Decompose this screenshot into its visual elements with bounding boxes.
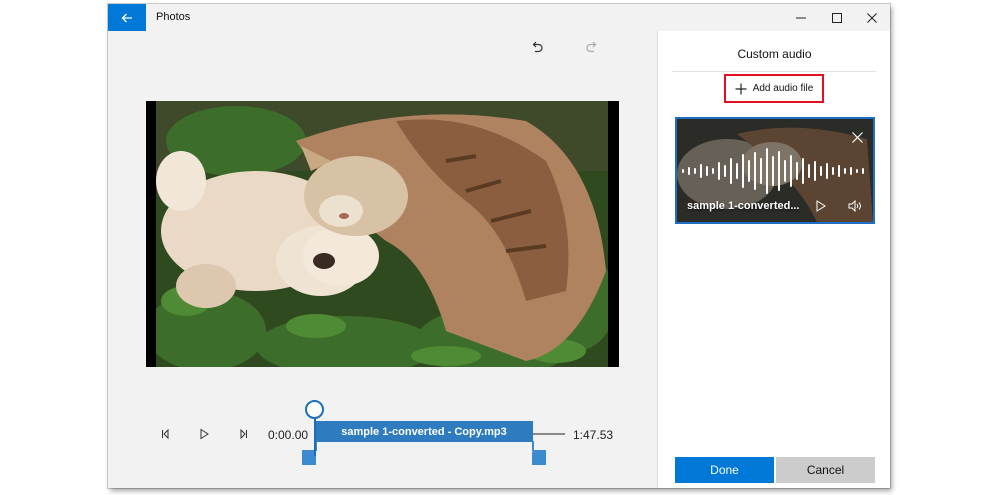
- cancel-button[interactable]: Cancel: [776, 457, 875, 483]
- title-bar: Photos: [108, 4, 890, 31]
- panel-divider: [672, 71, 876, 72]
- video-preview: [146, 101, 619, 367]
- playhead[interactable]: [314, 416, 316, 456]
- trim-end-handle[interactable]: [532, 450, 546, 465]
- maximize-button[interactable]: [818, 4, 855, 31]
- audio-file-name: sample 1-converted...: [687, 200, 800, 212]
- audio-play-button[interactable]: [813, 198, 829, 214]
- maximize-icon: [831, 12, 842, 23]
- undo-button[interactable]: [526, 37, 548, 59]
- next-frame-button[interactable]: [234, 425, 252, 443]
- play-icon: [200, 428, 209, 440]
- back-arrow-icon: [121, 13, 132, 22]
- panel-title: Custom audio: [737, 47, 812, 61]
- minimize-button[interactable]: [782, 4, 819, 31]
- add-audio-label: Add audio file: [752, 83, 814, 94]
- preview-image: [146, 101, 619, 367]
- remove-audio-button[interactable]: [849, 129, 865, 145]
- current-time: 0:00.00: [268, 428, 309, 442]
- redo-icon: [586, 41, 597, 53]
- next-frame-icon: [240, 428, 247, 440]
- play-icon: [816, 200, 826, 212]
- volume-icon: [848, 200, 861, 212]
- total-time: 1:47.53: [573, 428, 614, 442]
- redo-button[interactable]: [581, 37, 603, 59]
- custom-audio-panel: Custom audio Add audio file sample 1-con…: [657, 31, 890, 488]
- undo-icon: [532, 41, 543, 53]
- close-icon: [866, 12, 877, 23]
- app-title: Photos: [156, 11, 191, 23]
- done-button[interactable]: Done: [675, 457, 774, 483]
- minimize-icon: [795, 17, 806, 18]
- audio-volume-button[interactable]: [847, 198, 863, 214]
- previous-frame-button[interactable]: [157, 425, 175, 443]
- photos-app-window: Photos 0:00.00 sample 1-converted - Copy…: [108, 4, 890, 488]
- audio-file-card[interactable]: sample 1-converted...: [675, 117, 875, 224]
- back-button[interactable]: [108, 4, 146, 31]
- playhead-knob[interactable]: [305, 400, 324, 419]
- plus-icon: [735, 83, 747, 94]
- audio-clip[interactable]: sample 1-converted - Copy.mp3: [315, 421, 533, 442]
- close-window-button[interactable]: [853, 4, 890, 31]
- play-button[interactable]: [195, 425, 213, 443]
- remove-icon: [851, 131, 863, 143]
- previous-frame-icon: [162, 428, 169, 440]
- add-audio-file-button[interactable]: Add audio file: [724, 74, 824, 103]
